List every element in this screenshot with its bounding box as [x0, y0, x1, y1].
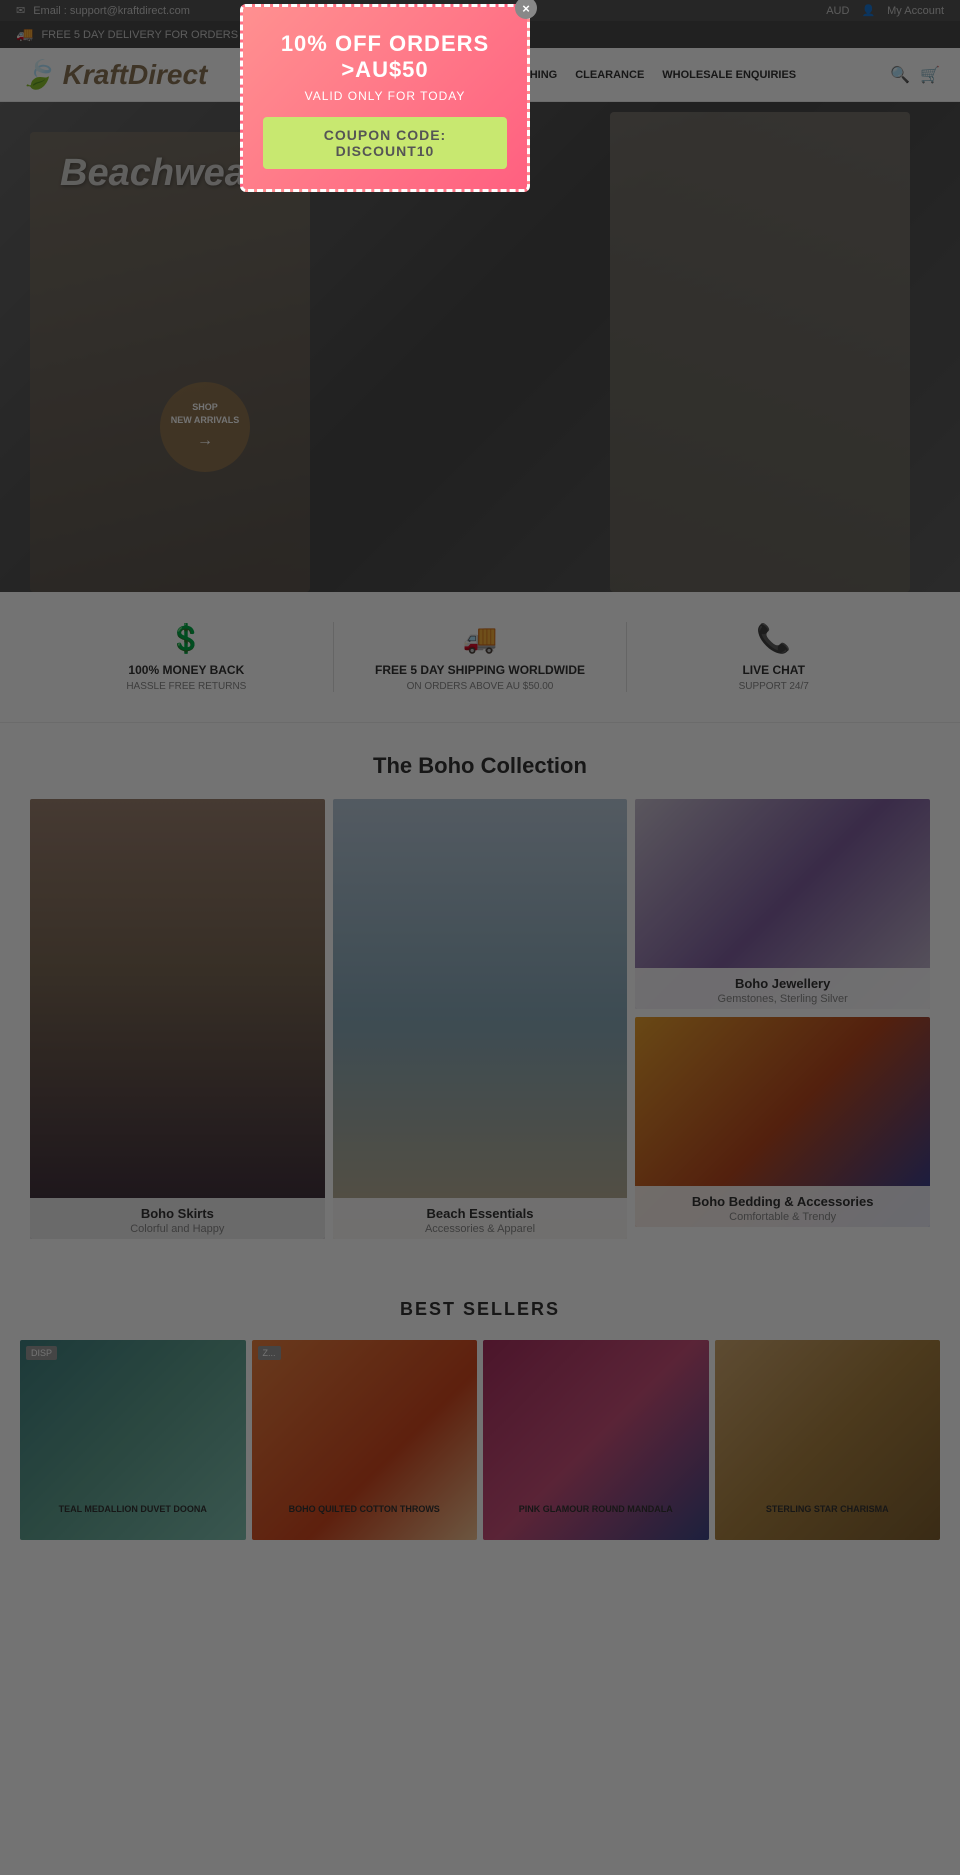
modal-title: 10% OFF ORDERS >AU$50	[263, 31, 507, 83]
modal-subtitle: VALID ONLY FOR TODAY	[263, 89, 507, 103]
modal-coupon[interactable]: COUPON CODE: DISCOUNT10	[263, 117, 507, 169]
modal-overlay[interactable]: × 10% OFF ORDERS >AU$50 VALID ONLY FOR T…	[0, 0, 960, 1875]
modal-close-button[interactable]: ×	[515, 0, 537, 19]
discount-modal: × 10% OFF ORDERS >AU$50 VALID ONLY FOR T…	[240, 4, 530, 192]
